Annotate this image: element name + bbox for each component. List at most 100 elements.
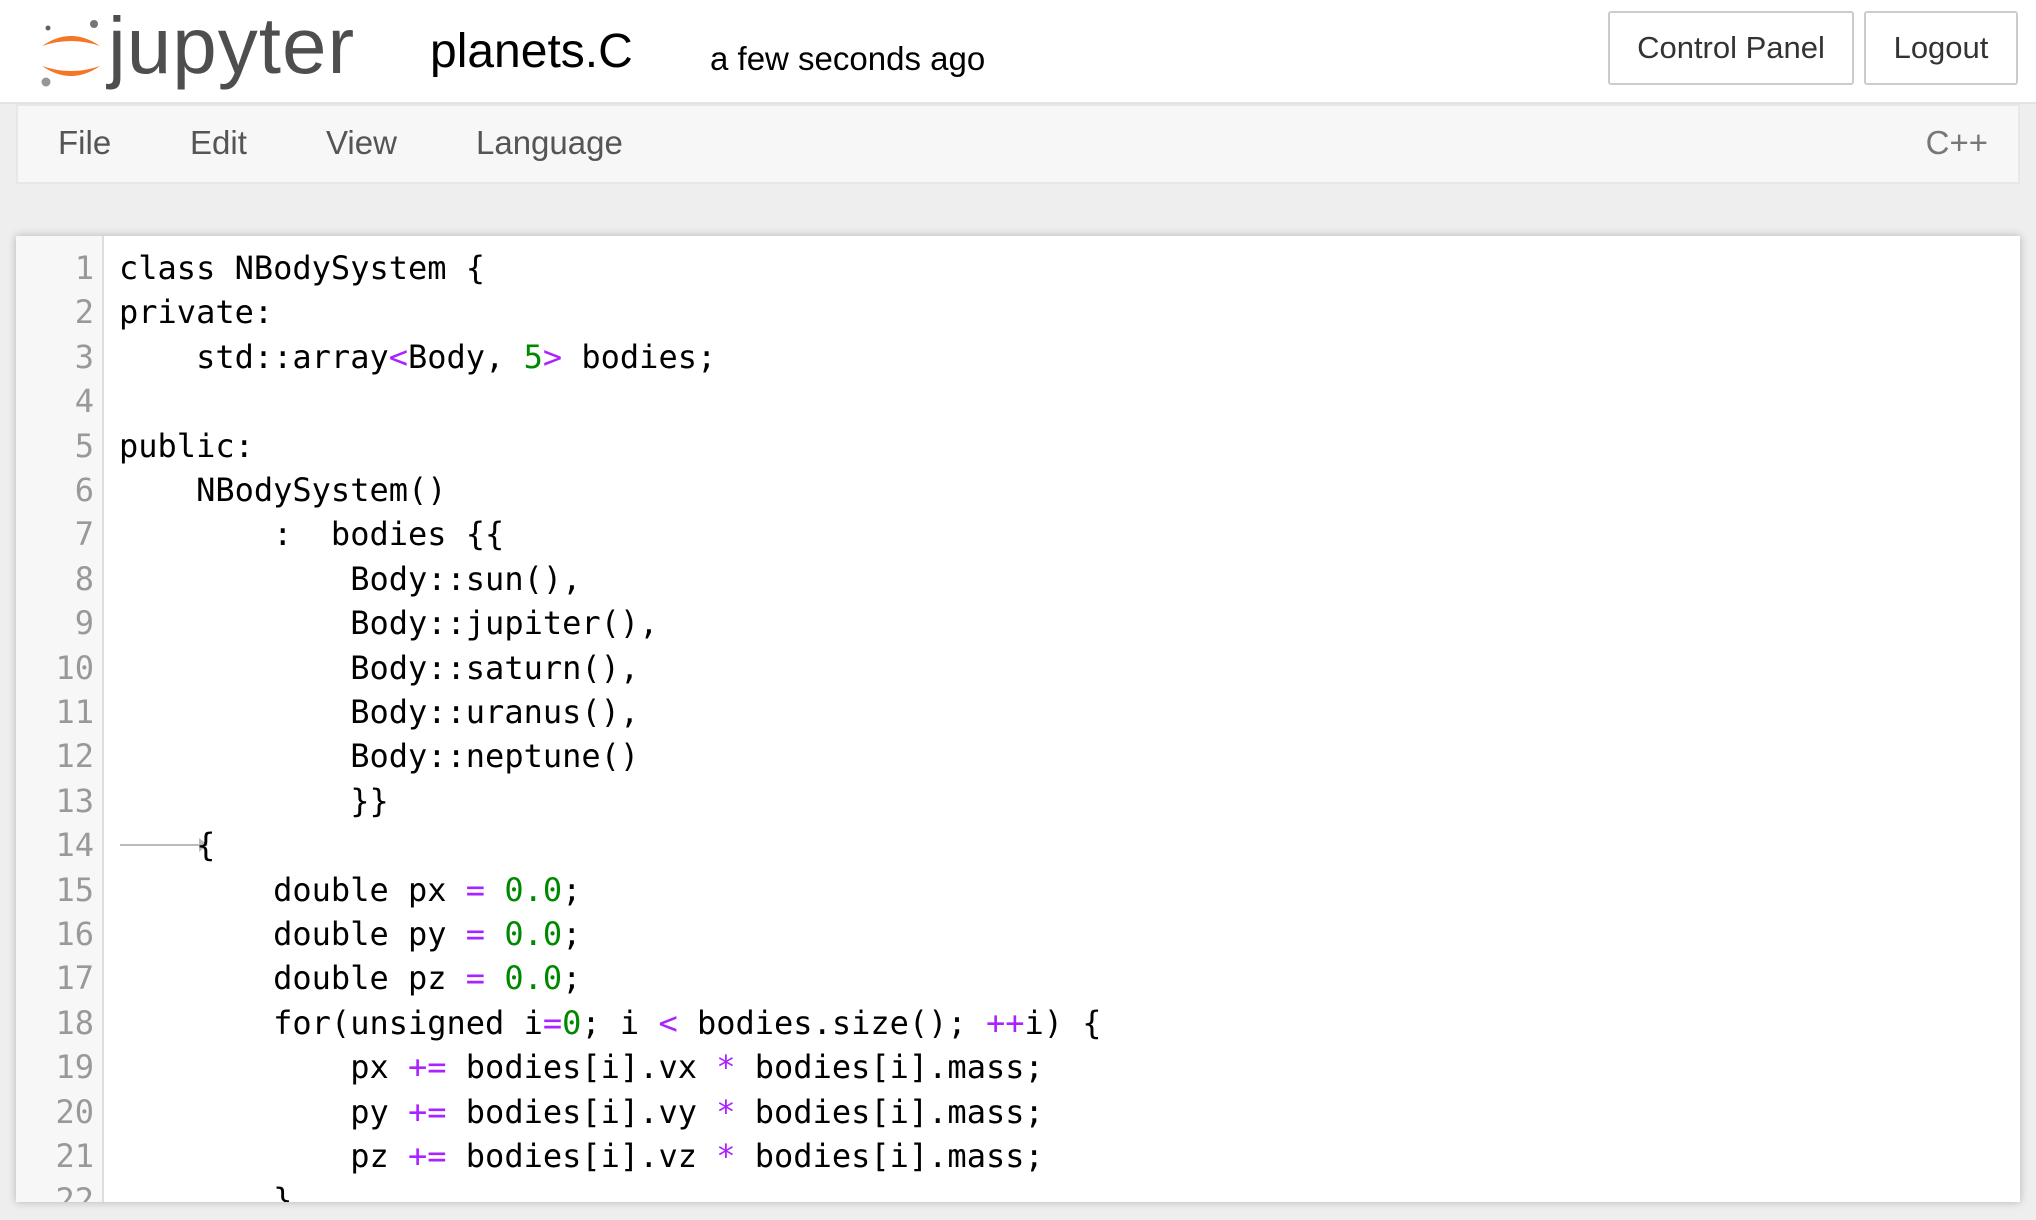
code-text: double px = 0.0; <box>119 868 581 912</box>
code-text: py += bodies[i].vy * bodies[i].mass; <box>119 1090 1044 1134</box>
code-token: NBodySystem() <box>119 471 447 509</box>
line-number: 22 <box>55 1181 94 1202</box>
code-token: ; i <box>581 1003 659 1042</box>
menubar: File Edit View Language C++ <box>16 104 2020 184</box>
code-text: }} <box>119 779 389 823</box>
code-text: Body::neptune() <box>119 734 639 778</box>
code-text: double py = 0.0; <box>119 912 581 956</box>
line-number: 19 <box>55 1048 94 1087</box>
code-line: 11 Body::uranus(), <box>16 690 2020 734</box>
code-token: = <box>542 1003 563 1042</box>
code-line: 14 { <box>16 823 2020 867</box>
code-token: < <box>658 1003 678 1042</box>
menu-file[interactable]: File <box>58 124 111 162</box>
code-token: = <box>465 959 486 998</box>
code-line: 15 double px = 0.0; <box>16 868 2020 912</box>
code-token: }} <box>119 781 389 820</box>
code-token: py <box>119 1092 408 1131</box>
code-token: double px <box>119 870 466 909</box>
code-line: 1 class NBodySystem { <box>16 246 2020 290</box>
line-number: 6 <box>74 471 94 509</box>
code-token: < <box>388 337 408 376</box>
code-editor[interactable]: 1 class NBodySystem {2 private: 3 std::arra… <box>16 236 2020 1202</box>
code-token: { <box>119 826 216 865</box>
code-token: 0.0 <box>504 959 563 998</box>
menu-view[interactable]: View <box>326 124 397 162</box>
header: jupyter planets.C a few seconds ago Cont… <box>0 0 2036 104</box>
line-number: 2 <box>74 293 94 332</box>
code-text: Body::jupiter(), <box>119 601 658 645</box>
code-token: Body::neptune() <box>119 737 640 776</box>
code-token: ; <box>562 870 582 909</box>
code-token: bodies[i].vy <box>446 1092 717 1131</box>
line-number: 1 <box>74 249 94 287</box>
line-number: 15 <box>55 870 94 909</box>
line-number: 10 <box>55 648 94 687</box>
code-token: class NBodySystem { <box>119 249 486 287</box>
control-panel-button[interactable]: Control Panel <box>1608 11 1854 85</box>
code-line: 12 Body::neptune() <box>16 734 2020 778</box>
line-number: 7 <box>74 515 94 554</box>
logout-button[interactable]: Logout <box>1864 11 2018 85</box>
code-line: 10 Body::saturn(), <box>16 646 2020 690</box>
line-number: 8 <box>74 559 94 598</box>
code-token: Body::sun(), <box>119 559 582 598</box>
code-token: = <box>465 870 486 909</box>
code-token: bodies[i].vz <box>446 1137 717 1175</box>
notebook-name[interactable]: planets.C <box>430 24 633 79</box>
code-text: Body::saturn(), <box>119 646 639 690</box>
code-token: += <box>407 1048 447 1087</box>
jupyter-logo-text: jupyter <box>108 1 356 90</box>
code-token: std::array <box>119 337 389 376</box>
code-line: 8 Body::sun(), <box>16 557 2020 601</box>
code-text: class NBodySystem { <box>119 246 485 290</box>
menu-language[interactable]: Language <box>476 124 623 162</box>
code-line: 22 } <box>16 1178 2020 1202</box>
code-text: : bodies {{ <box>119 512 504 556</box>
code-token: for(unsigned i <box>119 1003 543 1042</box>
line-number: 17 <box>55 959 94 998</box>
code-line: 20 py += bodies[i].vy * bodies[i].mass; <box>16 1090 2020 1134</box>
code-token: += <box>407 1092 447 1131</box>
code-line: 21 pz += bodies[i].vz * bodies[i].mass; <box>16 1134 2020 1178</box>
code-token: ++ <box>985 1003 1025 1042</box>
code-token: ; <box>562 959 582 998</box>
menu-edit[interactable]: Edit <box>190 124 247 162</box>
code-token: } <box>119 1181 293 1202</box>
line-number: 3 <box>74 337 94 376</box>
code-token: bodies[i].mass; <box>735 1092 1044 1131</box>
line-number: 5 <box>74 426 94 465</box>
code-text: } <box>119 1178 292 1202</box>
code-token: px <box>119 1048 408 1087</box>
code-token: Body, <box>407 337 524 376</box>
code-token: private: <box>119 293 274 332</box>
code-line: 13 }} <box>16 779 2020 823</box>
jupyter-logo[interactable]: jupyter <box>36 1 396 94</box>
line-number: 18 <box>55 1003 94 1042</box>
code-token: * <box>716 1092 736 1131</box>
code-text: pz += bodies[i].vz * bodies[i].mass; <box>119 1134 1044 1178</box>
line-number: 4 <box>74 382 94 421</box>
code-line: 17 double pz = 0.0; <box>16 956 2020 1000</box>
code-text: NBodySystem() <box>119 468 447 512</box>
code-token: pz <box>119 1137 408 1175</box>
code-token: > <box>542 337 563 376</box>
code-token: 0.0 <box>504 915 563 953</box>
code-line: 3 std::array<Body, 5> bodies; <box>16 335 2020 379</box>
code-text: public: <box>119 424 254 468</box>
line-number: 11 <box>55 693 94 731</box>
code-token: ; <box>562 915 582 953</box>
code-line: 9 Body::jupiter(), <box>16 601 2020 645</box>
code-token: bodies[i].vx <box>446 1048 717 1087</box>
code-token: Body::saturn(), <box>119 648 640 687</box>
code-text: std::array<Body, 5> bodies; <box>119 335 716 379</box>
jupyter-logo-icon <box>41 20 100 87</box>
code-token: i) { <box>1024 1003 1102 1042</box>
line-number: 12 <box>55 737 94 776</box>
line-number: 16 <box>55 915 94 953</box>
code-text: { <box>119 823 215 867</box>
code-text: private: <box>119 290 273 334</box>
code-line: 18 for(unsigned i=0; i < bodies.size(); … <box>16 1001 2020 1045</box>
code-token: = <box>465 915 486 953</box>
